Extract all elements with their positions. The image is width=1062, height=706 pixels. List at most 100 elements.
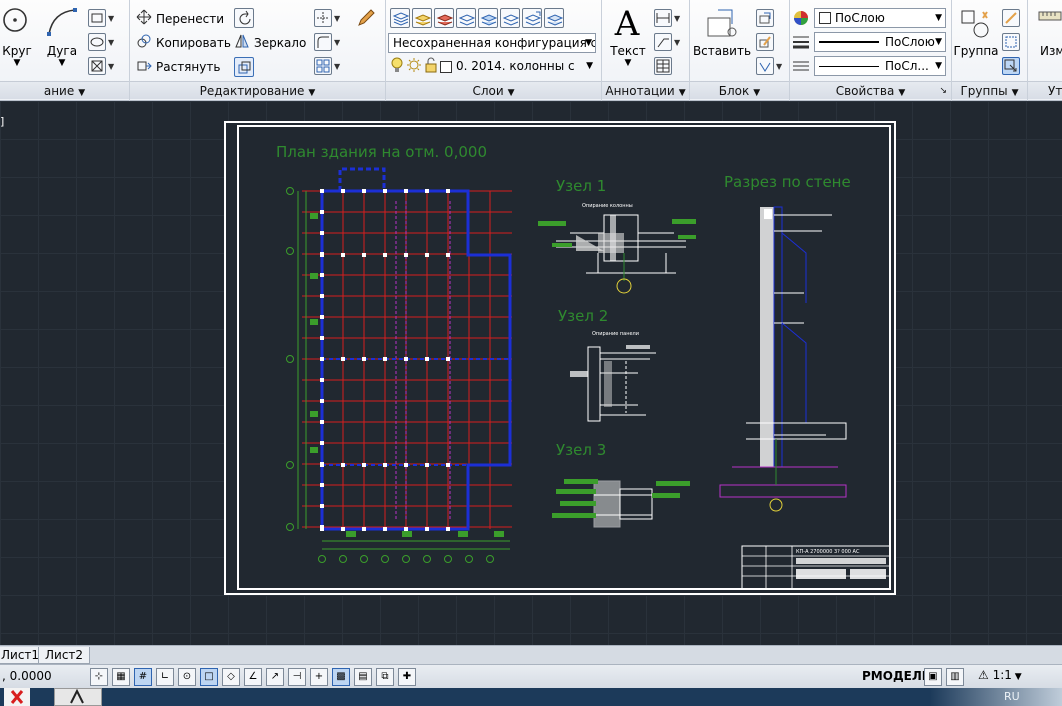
lineweight-value: ПоСлою	[885, 35, 935, 49]
circle-tool[interactable]	[0, 6, 34, 41]
transparency-icon[interactable]: ▩	[332, 668, 350, 686]
layer-match-icon[interactable]	[500, 8, 520, 28]
table-button[interactable]	[654, 57, 672, 75]
panel-title-layers-text: Слои	[472, 84, 504, 98]
panel-title-groups[interactable]: Группы ▼	[952, 81, 1027, 99]
rectangle-tool[interactable]: ▼	[88, 9, 114, 27]
layer-state-dropdown[interactable]: Несохраненная конфигурация сло ▼	[388, 33, 596, 53]
mirror-button[interactable]: Зеркало	[234, 33, 306, 52]
quick-properties-icon[interactable]: ▤	[354, 668, 372, 686]
section-title: Разрез по стене	[724, 173, 851, 191]
lineweight-dropdown[interactable]: ПоСлою ▼	[814, 32, 946, 52]
current-layer-dropdown[interactable]: 0. 2014. колонны с ▼	[452, 57, 596, 77]
group-label: Группа	[953, 44, 999, 58]
panel-title-layers[interactable]: Слои ▼	[386, 81, 601, 99]
unlock-icon[interactable]	[424, 57, 438, 76]
linetype-dropdown[interactable]: ПоСл... ▼	[814, 56, 946, 76]
panel-title-properties[interactable]: Свойства ▼ ↘	[790, 81, 951, 99]
3d-osnap-icon[interactable]: ◇	[222, 668, 240, 686]
text-dropdown-icon[interactable]: ▼	[606, 58, 650, 68]
drawing-frame	[237, 125, 891, 590]
layer-off-icon[interactable]	[456, 8, 476, 28]
edit-block-button[interactable]	[756, 33, 774, 51]
tray-glow	[930, 688, 1062, 706]
tab-layout2[interactable]: Лист2	[38, 647, 91, 664]
dialog-launcher-icon[interactable]: ↘	[939, 82, 947, 100]
array-button[interactable]: ▼	[314, 57, 340, 75]
panel-title-draw-text: ание	[43, 84, 75, 98]
lineweight-icon[interactable]	[792, 34, 810, 50]
text-tool-icon[interactable]: A	[608, 4, 646, 44]
object-snap-icon[interactable]: □	[200, 668, 218, 686]
panel-title-draw[interactable]: ание ▼	[0, 81, 129, 99]
lineweight-toggle-icon[interactable]: +	[310, 668, 328, 686]
group-selection-button[interactable]	[1002, 57, 1020, 75]
ungroup-button[interactable]	[1002, 9, 1020, 27]
lightbulb-icon[interactable]	[390, 57, 404, 76]
circle-dropdown-icon[interactable]: ▼	[0, 58, 34, 68]
insert-block-icon[interactable]	[702, 8, 740, 43]
hatch-tool[interactable]: ▼	[88, 33, 114, 51]
move-label: Перенести	[156, 11, 225, 26]
quick-view-layouts-icon[interactable]: ▣	[924, 668, 942, 686]
panel-title-block[interactable]: Блок ▼	[690, 81, 789, 99]
selection-cycling-icon[interactable]: ⧉	[376, 668, 394, 686]
plan-column	[320, 525, 324, 529]
linetype-icon[interactable]	[792, 58, 810, 74]
move-button[interactable]: Перенести	[136, 9, 224, 28]
rotate-button[interactable]	[234, 8, 254, 28]
annotation-monitor-icon[interactable]: ✚	[398, 668, 416, 686]
group-icon[interactable]	[958, 8, 992, 43]
dimension-button[interactable]: ▼	[654, 9, 680, 27]
layer-freeze-icon[interactable]	[434, 8, 454, 28]
viewport-control[interactable]: ]	[0, 115, 4, 128]
copy-button[interactable]: Копировать	[136, 33, 231, 52]
layer-properties-icon[interactable]	[390, 8, 410, 28]
close-icon[interactable]	[4, 688, 30, 706]
layer-unisolate-icon[interactable]	[544, 8, 564, 28]
leader-button[interactable]: ▼	[654, 33, 680, 51]
ortho-mode-icon[interactable]: ∟	[156, 668, 174, 686]
block-attributes-button[interactable]: ▼	[756, 57, 782, 75]
color-picker-icon[interactable]	[792, 9, 810, 27]
create-block-button[interactable]	[756, 9, 774, 27]
scale-button[interactable]	[234, 57, 254, 77]
grid-display-icon[interactable]: #	[134, 668, 152, 686]
layer-previous-icon[interactable]	[522, 8, 542, 28]
arc-tool[interactable]	[44, 6, 80, 41]
plan-label-tag	[458, 531, 468, 537]
panel-title-modify[interactable]: Редактирование ▼	[130, 81, 385, 99]
sun-icon[interactable]	[406, 57, 422, 76]
layer-color-swatch[interactable]	[440, 60, 452, 73]
layer-lock-icon[interactable]	[478, 8, 498, 28]
annotation-scale[interactable]: ⚠ 1:1 ▼	[978, 668, 1022, 682]
plan-column	[383, 189, 387, 193]
snap-mode-icon[interactable]: ▦	[112, 668, 130, 686]
panel-title-annotation[interactable]: Аннотации ▼	[602, 81, 689, 99]
plan-column	[320, 336, 324, 340]
text-label: Текст	[610, 44, 646, 58]
chevron-down-icon: ▼	[586, 61, 593, 71]
color-dropdown[interactable]: ПоСлою ▼	[814, 8, 946, 28]
trim-button[interactable]: ▼	[314, 9, 340, 27]
infer-constraints-icon[interactable]: ⊹	[90, 668, 108, 686]
arc-dropdown-icon[interactable]: ▼	[44, 58, 80, 68]
polar-tracking-icon[interactable]: ⊙	[178, 668, 196, 686]
region-tool[interactable]: ▼	[88, 57, 114, 75]
quick-view-drawings-icon[interactable]: ▥	[946, 668, 964, 686]
model-space-toggle[interactable]: РМОДЕЛЬ	[862, 669, 931, 683]
fillet-button[interactable]: ▼	[314, 33, 340, 51]
drawing-canvas[interactable]: ] План здания на отм. 0,000 Узел 1 Опира…	[0, 101, 1062, 645]
autocad-taskbar-button[interactable]	[54, 688, 102, 706]
dynamic-ucs-icon[interactable]: ↗	[266, 668, 284, 686]
erase-button[interactable]	[356, 8, 376, 31]
node2-detail	[570, 345, 656, 422]
object-snap-tracking-icon[interactable]: ∠	[244, 668, 262, 686]
panel-title-utilities[interactable]: Ут	[1028, 81, 1062, 99]
layer-isolate-icon[interactable]	[412, 8, 432, 28]
dynamic-input-icon[interactable]: ⊣	[288, 668, 306, 686]
stretch-button[interactable]: Растянуть	[136, 57, 220, 76]
copy-icon	[136, 33, 152, 52]
measure-icon[interactable]	[1034, 8, 1062, 41]
group-edit-button[interactable]	[1002, 33, 1020, 51]
